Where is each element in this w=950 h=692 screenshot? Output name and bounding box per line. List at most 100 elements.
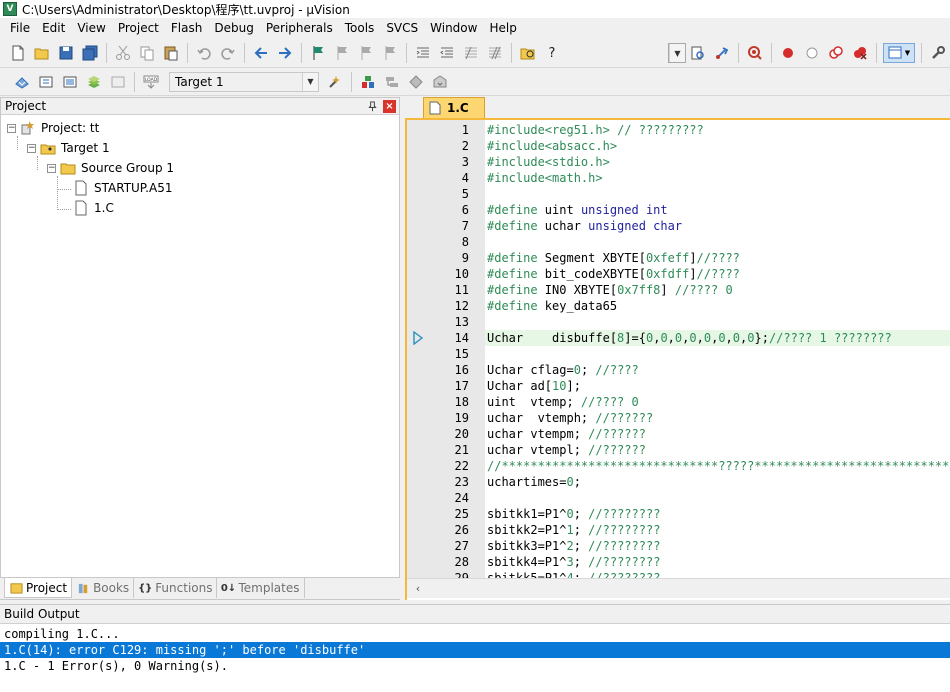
code-line[interactable]: 1 #include<reg51.h> // ?????????: [407, 122, 950, 138]
menu-window[interactable]: Window: [424, 21, 483, 35]
manage-rte-icon[interactable]: [406, 72, 426, 92]
download-load-icon[interactable]: LOAD: [141, 72, 161, 92]
configure-wrench-icon[interactable]: [928, 43, 948, 63]
code-line[interactable]: 27 sbitkk3=P1^2; //????????: [407, 538, 950, 554]
tab-books[interactable]: Books: [72, 578, 135, 598]
code-line[interactable]: 16 Uchar cflag=0; //????: [407, 362, 950, 378]
code-line[interactable]: 7 #define uchar unsigned char: [407, 218, 950, 234]
output-line[interactable]: compiling 1.C...: [0, 626, 950, 642]
help-question-icon[interactable]: ?: [542, 43, 562, 63]
code-line[interactable]: 2 #include<absacc.h>: [407, 138, 950, 154]
code-line[interactable]: 4 #include<math.h>: [407, 170, 950, 186]
insert-breakpoint-icon[interactable]: [778, 43, 798, 63]
menu-edit[interactable]: Edit: [36, 21, 71, 35]
menu-help[interactable]: Help: [483, 21, 522, 35]
code-line[interactable]: 3 #include<stdio.h>: [407, 154, 950, 170]
tree-item-target[interactable]: − Target 1: [27, 139, 110, 157]
tree-item-project-root[interactable]: − Project: tt: [7, 119, 99, 137]
rebuild-icon[interactable]: [60, 72, 80, 92]
code-line[interactable]: 23 uchartimes=0;: [407, 474, 950, 490]
collapse-icon[interactable]: −: [47, 163, 56, 173]
code-line[interactable]: 9 #define Segment XBYTE[0xfeff]//????: [407, 250, 950, 266]
code-line[interactable]: 26 sbitkk2=P1^1; //????????: [407, 522, 950, 538]
code-line[interactable]: 22 //******************************?????*…: [407, 458, 950, 474]
code-line[interactable]: 11 #define IN0 XBYTE[0x7ff8] //???? 0: [407, 282, 950, 298]
code-line[interactable]: 21 uchar vtempl; //??????: [407, 442, 950, 458]
code-line[interactable]: 5: [407, 186, 950, 202]
menu-file[interactable]: File: [4, 21, 36, 35]
enable-breakpoint-icon[interactable]: [802, 43, 822, 63]
build-icon[interactable]: [36, 72, 56, 92]
undo-icon[interactable]: [194, 43, 214, 63]
tab-templates[interactable]: 0↓ Templates: [217, 578, 305, 598]
close-icon[interactable]: ×: [383, 100, 396, 113]
code-line[interactable]: 20 uchar vtempm; //??????: [407, 426, 950, 442]
code-line[interactable]: 17 Uchar ad[10];: [407, 378, 950, 394]
pack-installer-icon[interactable]: [430, 72, 450, 92]
output-line[interactable]: 1.C - 1 Error(s), 0 Warning(s).: [0, 658, 950, 674]
code-line[interactable]: 18 uint vtemp; //???? 0: [407, 394, 950, 410]
code-line[interactable]: 14 Uchar disbuffe[8]={0,0,0,0,0,0,0,0};//…: [407, 330, 950, 346]
redo-icon[interactable]: [218, 43, 238, 63]
tree-item-file[interactable]: 1.C: [73, 199, 114, 217]
batch-build-icon[interactable]: [84, 72, 104, 92]
code-line[interactable]: 19 uchar vtemph; //??????: [407, 410, 950, 426]
editor-tab-1c[interactable]: 1.C: [423, 97, 485, 118]
pin-icon[interactable]: [365, 99, 379, 113]
next-bookmark-icon[interactable]: [356, 43, 376, 63]
find-icon[interactable]: [688, 43, 708, 63]
options-for-target-icon[interactable]: [325, 72, 345, 92]
save-icon[interactable]: [56, 43, 76, 63]
code-line[interactable]: 15: [407, 346, 950, 362]
menu-svcs[interactable]: SVCS: [380, 21, 424, 35]
manage-project-items-icon[interactable]: [358, 72, 378, 92]
menu-peripherals[interactable]: Peripherals: [260, 21, 339, 35]
unindent-icon[interactable]: [437, 43, 457, 63]
comment-selection-icon[interactable]: [461, 43, 481, 63]
menu-debug[interactable]: Debug: [208, 21, 259, 35]
paste-icon[interactable]: [161, 43, 181, 63]
find-combo-dropdown[interactable]: ▼: [668, 43, 686, 63]
code-line[interactable]: 24: [407, 490, 950, 506]
tab-project[interactable]: Project: [4, 578, 73, 598]
code-line[interactable]: 25 sbitkk1=P1^0; //????????: [407, 506, 950, 522]
disable-all-breakpoints-icon[interactable]: [826, 43, 846, 63]
code-line[interactable]: 8: [407, 234, 950, 250]
tab-functions[interactable]: {} Functions: [134, 578, 218, 598]
code-line[interactable]: 13: [407, 314, 950, 330]
tree-item-source-group[interactable]: − Source Group 1: [47, 159, 174, 177]
tree-item-file[interactable]: STARTUP.A51: [73, 179, 172, 197]
kill-all-breakpoints-icon[interactable]: [850, 43, 870, 63]
collapse-icon[interactable]: −: [27, 143, 36, 153]
find-in-files-icon[interactable]: [518, 43, 538, 63]
code-line[interactable]: 10 #define bit_codeXBYTE[0xfdff]//????: [407, 266, 950, 282]
menu-flash[interactable]: Flash: [165, 21, 208, 35]
target-select[interactable]: Target 1 ▼: [169, 71, 319, 92]
insert-bookmark-icon[interactable]: [308, 43, 328, 63]
build-output-panel[interactable]: compiling 1.C... 1.C(14): error C129: mi…: [0, 623, 950, 692]
code-editor[interactable]: 1 #include<reg51.h> // ????????? 2 #include…: [405, 120, 950, 600]
start-debug-session-icon[interactable]: [745, 43, 765, 63]
horizontal-scrollbar[interactable]: ‹: [407, 578, 950, 598]
previous-bookmark-icon[interactable]: [332, 43, 352, 63]
code-line[interactable]: 28 sbitkk4=P1^3; //????????: [407, 554, 950, 570]
menu-view[interactable]: View: [71, 21, 111, 35]
collapse-icon[interactable]: −: [7, 123, 16, 133]
cut-icon[interactable]: [113, 43, 133, 63]
incremental-find-icon[interactable]: [712, 43, 732, 63]
save-all-icon[interactable]: [80, 43, 100, 63]
menu-tools[interactable]: Tools: [339, 21, 381, 35]
menu-project[interactable]: Project: [112, 21, 165, 35]
translate-icon[interactable]: [12, 72, 32, 92]
clear-bookmarks-icon[interactable]: [380, 43, 400, 63]
uncomment-selection-icon[interactable]: [485, 43, 505, 63]
code-line[interactable]: 12 #define key_data65: [407, 298, 950, 314]
copy-icon[interactable]: [137, 43, 157, 63]
indent-icon[interactable]: [413, 43, 433, 63]
stop-build-icon[interactable]: [108, 72, 128, 92]
scroll-left-icon[interactable]: ‹: [411, 581, 425, 595]
window-layout-icon[interactable]: ▼: [883, 43, 915, 63]
new-file-icon[interactable]: [8, 43, 28, 63]
code-line[interactable]: 6 #define uint unsigned int: [407, 202, 950, 218]
navigate-forward-icon[interactable]: [275, 43, 295, 63]
